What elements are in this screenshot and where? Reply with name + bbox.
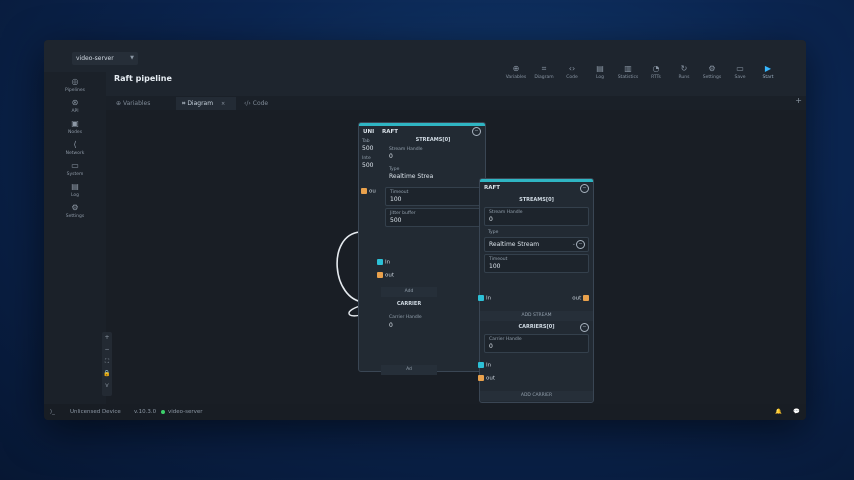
- runs-icon: ↻: [680, 64, 688, 73]
- lock-icon[interactable]: 🔒: [102, 368, 112, 380]
- stream-handle-field[interactable]: Stream Handle 0: [484, 207, 589, 226]
- sidebar-item-system[interactable]: ▭ System: [44, 161, 106, 177]
- diagram-canvas[interactable]: UNI RAFT − Tab 500 Inte 500 STREAMS[0] S…: [106, 110, 806, 404]
- close-icon[interactable]: ×: [221, 101, 225, 107]
- add-carrier-button[interactable]: ADD CARRIER: [480, 391, 593, 401]
- toolbar-start[interactable]: ▶ Start: [756, 64, 780, 80]
- nodes-icon: ▣: [71, 119, 79, 128]
- remove-icon[interactable]: −: [580, 323, 589, 332]
- port-out[interactable]: out: [572, 295, 591, 302]
- fit-view-icon[interactable]: ⛶: [102, 356, 112, 368]
- diagram-icon: ⌗: [541, 64, 547, 73]
- zoom-out-icon[interactable]: −: [102, 344, 112, 356]
- variables-icon: ⊕: [116, 100, 122, 107]
- add-tab-button[interactable]: +: [795, 96, 802, 105]
- add-stream-button[interactable]: ADD STREAM: [480, 311, 593, 321]
- sidebar-item-pipelines[interactable]: ◎ Pipelines: [44, 77, 106, 93]
- port-in[interactable]: In: [478, 362, 491, 369]
- log-icon: ▤: [596, 64, 604, 73]
- collapse-icon[interactable]: −: [580, 184, 589, 193]
- toolbar-rtts[interactable]: ◔ RTTs: [644, 64, 668, 80]
- zoom-in-icon[interactable]: +: [102, 332, 112, 344]
- app-window: video-server ▼ Raft pipeline ⊕ Variables …: [44, 40, 806, 420]
- page-title: Raft pipeline: [114, 74, 172, 83]
- statistics-icon: ▥: [624, 64, 632, 73]
- toolbar-settings[interactable]: ⚙ Settings: [700, 64, 724, 80]
- status-bar: ⟩_ Unlicensed Device v.10.3.0 video-serv…: [44, 404, 806, 420]
- pipelines-icon: ◎: [71, 77, 79, 86]
- diagram-icon: ⌗: [182, 100, 186, 107]
- layout-icon[interactable]: ⋎: [102, 380, 112, 392]
- port-out[interactable]: out: [377, 272, 394, 279]
- code-icon: ‹/›: [244, 100, 251, 107]
- toolbar-log[interactable]: ▤ Log: [588, 64, 612, 80]
- add-carrier-button[interactable]: Ad: [381, 365, 437, 375]
- rtts-icon: ◔: [652, 64, 660, 73]
- tab-diagram[interactable]: ⌗ Diagram ×: [176, 97, 236, 110]
- port-out[interactable]: out: [478, 375, 495, 382]
- sidebar-item-api[interactable]: ⊛ API: [44, 98, 106, 114]
- api-icon: ⊛: [71, 98, 79, 107]
- sidebar-item-settings[interactable]: ⚙ Settings: [44, 203, 106, 219]
- sidebar-item-nodes[interactable]: ▣ Nodes: [44, 119, 106, 135]
- status-dot: [161, 410, 165, 414]
- toolbar-runs[interactable]: ↻ Runs: [672, 64, 696, 80]
- sidebar-item-network[interactable]: ⟨ Network: [44, 140, 106, 156]
- settings-icon: ⚙: [708, 64, 716, 73]
- save-icon: ▭: [736, 64, 744, 73]
- add-stream-button[interactable]: Add: [381, 287, 437, 297]
- system-icon: ▭: [71, 161, 79, 170]
- network-icon: ⟨: [73, 140, 77, 149]
- top-bar: video-server ▼ Raft pipeline ⊕ Variables …: [44, 40, 806, 96]
- toolbar: ⊕ Variables ⌗ Diagram ‹› Code ▤ Log ▥ Statist…: [504, 64, 780, 80]
- start-icon: ▶: [764, 64, 772, 73]
- jitter-buffer-field[interactable]: Jitter buffer 500: [385, 208, 481, 227]
- timeout-field[interactable]: Timeout 100: [385, 187, 481, 206]
- terminal-icon[interactable]: ⟩_: [50, 404, 55, 420]
- tab-variables[interactable]: ⊕ Variables: [110, 97, 174, 110]
- port-in[interactable]: In: [377, 259, 390, 266]
- remove-icon[interactable]: −: [576, 240, 585, 249]
- sidebar: ◎ Pipelines ⊛ API ▣ Nodes ⟨ Network ▭ System …: [44, 72, 106, 404]
- tab-bar: ⊕ Variables ⌗ Diagram × ‹/› Code: [106, 96, 806, 110]
- device-label: Unlicensed Device: [70, 409, 121, 415]
- variables-icon: ⊕: [512, 64, 520, 73]
- toolbar-variables[interactable]: ⊕ Variables: [504, 64, 528, 80]
- chat-icon[interactable]: 💬: [793, 404, 800, 420]
- zoom-controls: + − ⛶ 🔒 ⋎: [102, 332, 112, 396]
- tab-code[interactable]: ‹/› Code: [238, 97, 286, 110]
- toolbar-save[interactable]: ▭ Save: [728, 64, 752, 80]
- port-in[interactable]: In: [478, 295, 491, 302]
- timeout-field[interactable]: Timeout 100: [484, 254, 589, 273]
- toolbar-statistics[interactable]: ▥ Statistics: [616, 64, 640, 80]
- server-select[interactable]: video-server ▼: [72, 52, 138, 65]
- type-select[interactable]: Realtime Stream ⌄ −: [484, 237, 589, 252]
- carrier-handle-field[interactable]: Carrier Handle 0: [484, 334, 589, 353]
- code-icon: ‹›: [568, 64, 576, 73]
- port-out[interactable]: ou: [361, 188, 376, 195]
- server-label: video-server: [168, 409, 203, 415]
- raft-node-front[interactable]: RAFT − STREAMS[0] Stream Handle 0 Type R…: [478, 178, 594, 403]
- raft-node-back[interactable]: UNI RAFT − Tab 500 Inte 500 STREAMS[0] S…: [358, 122, 486, 375]
- notification-icon[interactable]: 🔔: [775, 404, 782, 420]
- log-icon: ▤: [71, 182, 79, 191]
- settings-icon: ⚙: [71, 203, 79, 212]
- toolbar-diagram[interactable]: ⌗ Diagram: [532, 64, 556, 80]
- toolbar-code[interactable]: ‹› Code: [560, 64, 584, 80]
- chevron-down-icon: ▼: [130, 55, 134, 61]
- sidebar-item-log[interactable]: ▤ Log: [44, 182, 106, 198]
- version-label: v.10.3.0: [134, 409, 157, 415]
